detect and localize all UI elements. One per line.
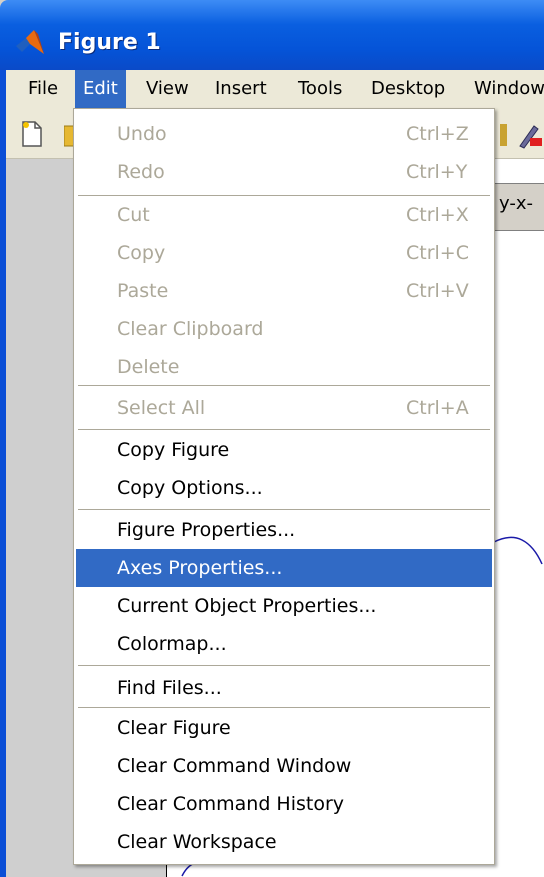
axes-title-fragment: y-x- [488, 183, 544, 231]
menu-item-shortcut: Ctrl+V [406, 280, 469, 302]
menu-item-label: Find Files... [117, 677, 222, 699]
menu-item-label: Colormap... [117, 633, 227, 655]
menu-item-label: Clear Clipboard [117, 318, 264, 340]
menu-item-clear-command-window[interactable]: Clear Command Window [76, 747, 492, 785]
menu-insert[interactable]: Insert [207, 70, 275, 108]
menu-item-delete[interactable]: Delete [76, 348, 492, 386]
menu-item-label: Redo [117, 161, 165, 183]
menu-item-label: Axes Properties... [117, 557, 283, 579]
menu-item-undo[interactable]: Undo Ctrl+Z [76, 115, 492, 153]
data-cursor-icon[interactable] [498, 122, 510, 148]
menu-item-redo[interactable]: Redo Ctrl+Y [76, 153, 492, 191]
menu-item-label: Copy [117, 242, 166, 264]
menu-item-label: Clear Command History [117, 793, 345, 815]
menu-item-clear-workspace[interactable]: Clear Workspace [76, 823, 492, 861]
menu-item-shortcut: Ctrl+X [406, 204, 469, 226]
edit-menu-dropdown: Undo Ctrl+Z Redo Ctrl+Y Cut Ctrl+X Copy … [73, 108, 495, 865]
menu-item-figure-properties[interactable]: Figure Properties... [76, 511, 492, 549]
menu-item-copy-figure[interactable]: Copy Figure [76, 431, 492, 469]
window-title: Figure 1 [58, 30, 161, 55]
menu-item-clear-clipboard[interactable]: Clear Clipboard [76, 310, 492, 348]
menu-tools[interactable]: Tools [290, 70, 350, 108]
figure-window: Figure 1 File Edit View Insert Tools Des… [0, 0, 544, 877]
menu-item-label: Copy Options... [117, 477, 263, 499]
menu-item-copy[interactable]: Copy Ctrl+C [76, 234, 492, 272]
title-bar[interactable]: Figure 1 [0, 0, 544, 70]
menu-desktop[interactable]: Desktop [363, 70, 453, 108]
menu-item-label: Copy Figure [117, 439, 230, 461]
menu-window[interactable]: Window [466, 70, 544, 108]
menu-file[interactable]: File [20, 70, 66, 108]
menu-separator [78, 665, 490, 666]
menu-item-shortcut: Ctrl+A [406, 397, 469, 419]
menu-separator [78, 429, 490, 430]
menu-item-clear-command-history[interactable]: Clear Command History [76, 785, 492, 823]
menu-item-paste[interactable]: Paste Ctrl+V [76, 272, 492, 310]
menu-item-shortcut: Ctrl+Y [406, 161, 468, 183]
menu-item-current-object-properties[interactable]: Current Object Properties... [76, 587, 492, 625]
menu-item-label: Select All [117, 397, 206, 419]
menu-item-colormap[interactable]: Colormap... [76, 625, 492, 663]
menu-item-label: Clear Command Window [117, 755, 352, 777]
menu-item-shortcut: Ctrl+C [406, 242, 469, 264]
menu-item-label: Current Object Properties... [117, 595, 377, 617]
menu-item-label: Paste [117, 280, 169, 302]
insert-colorbar-icon[interactable] [514, 120, 544, 150]
menu-bar: File Edit View Insert Tools Desktop Wind… [6, 70, 544, 108]
menu-item-label: Clear Workspace [117, 831, 277, 853]
menu-item-label: Figure Properties... [117, 519, 296, 541]
menu-item-label: Cut [117, 204, 150, 226]
menu-separator [78, 707, 490, 708]
new-figure-icon[interactable] [20, 120, 44, 148]
menu-item-label: Delete [117, 356, 180, 378]
menu-item-label: Clear Figure [117, 717, 231, 739]
plot-curve [493, 536, 543, 565]
menu-view[interactable]: View [138, 70, 197, 108]
menu-item-label: Undo [117, 123, 167, 145]
menu-item-axes-properties[interactable]: Axes Properties... [76, 549, 492, 587]
menu-item-clear-figure[interactable]: Clear Figure [76, 709, 492, 747]
menu-item-select-all[interactable]: Select All Ctrl+A [76, 389, 492, 427]
menu-item-cut[interactable]: Cut Ctrl+X [76, 196, 492, 234]
menu-separator [78, 385, 490, 386]
menu-separator [78, 509, 490, 510]
menu-edit[interactable]: Edit [75, 70, 126, 108]
matlab-logo-icon [16, 30, 44, 54]
menu-item-find-files[interactable]: Find Files... [76, 669, 492, 707]
menu-item-copy-options[interactable]: Copy Options... [76, 469, 492, 507]
menu-item-shortcut: Ctrl+Z [406, 123, 469, 145]
